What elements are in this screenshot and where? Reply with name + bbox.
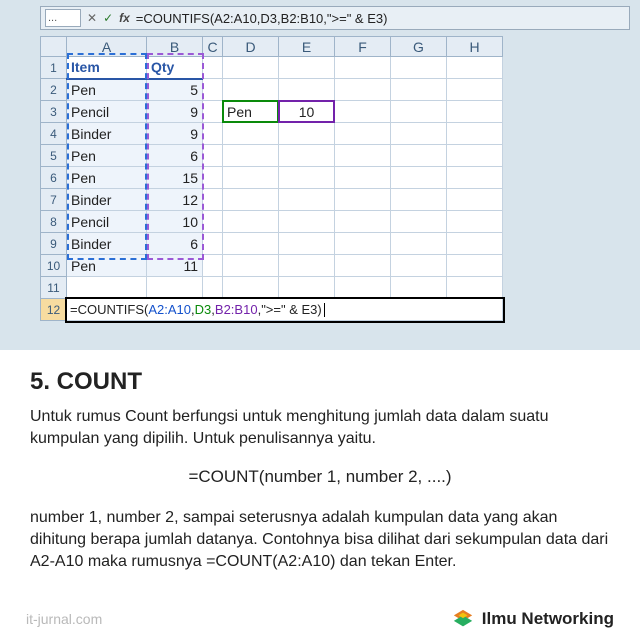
enter-icon[interactable]: ✓ [103,11,113,25]
cell[interactable]: 15 [147,167,203,189]
col-header[interactable]: D [223,37,279,57]
brand: Ilmu Networking [452,608,614,630]
spreadsheet-panel: ✕ ✓ fx =COUNTIFS(A2:A10,D3,B2:B10,">=" &… [0,0,640,350]
row-header[interactable]: 1 [41,57,67,79]
section-heading: 5. COUNT [30,368,610,396]
cancel-icon[interactable]: ✕ [87,11,97,25]
cell[interactable]: Pen [67,145,147,167]
cell[interactable]: 5 [147,79,203,101]
range-ref: B2:B10 [215,302,258,317]
row-header[interactable]: 5 [41,145,67,167]
fx-icon[interactable]: fx [119,11,130,25]
cell[interactable] [279,57,335,79]
cell[interactable]: 11 [147,255,203,277]
col-header[interactable]: C [203,37,223,57]
cell[interactable] [335,57,391,79]
col-header[interactable]: G [391,37,447,57]
cell[interactable]: Binder [67,189,147,211]
cell[interactable]: Pencil [67,211,147,233]
cell[interactable] [447,57,503,79]
cell[interactable] [203,57,223,79]
cell[interactable]: 6 [147,233,203,255]
cell[interactable]: 12 [147,189,203,211]
formula-text: ">=" & E3) [261,302,322,317]
name-box[interactable] [45,9,81,27]
cell[interactable] [223,57,279,79]
text-caret-icon [324,303,325,317]
range-ref: D3 [195,302,212,317]
row-header[interactable]: 10 [41,255,67,277]
cell[interactable]: Item [67,57,147,79]
col-header[interactable]: F [335,37,391,57]
formula-syntax: =COUNT(number 1, number 2, ....) [30,465,610,489]
cell[interactable]: Pen [67,255,147,277]
row-header[interactable]: 12 [41,299,67,321]
cell[interactable]: Qty [147,57,203,79]
paragraph: number 1, number 2, sampai seterusnya ad… [30,507,610,574]
row-header[interactable]: 4 [41,123,67,145]
row-header[interactable]: 8 [41,211,67,233]
cell[interactable]: Binder [67,123,147,145]
cell[interactable]: Pencil [67,101,147,123]
brand-logo-icon [452,608,474,630]
range-ref: A2:A10 [148,302,191,317]
brand-name: Ilmu Networking [482,609,614,629]
formula-bar: ✕ ✓ fx =COUNTIFS(A2:A10,D3,B2:B10,">=" &… [40,6,630,30]
cell[interactable]: 10 [147,211,203,233]
cell[interactable] [391,57,447,79]
cell-d3[interactable]: Pen [223,101,279,123]
cell[interactable]: 9 [147,101,203,123]
row-header[interactable]: 3 [41,101,67,123]
cell[interactable]: Pen [67,79,147,101]
select-all-corner[interactable] [41,37,67,57]
cell[interactable]: 6 [147,145,203,167]
row-header[interactable]: 6 [41,167,67,189]
cell[interactable]: Binder [67,233,147,255]
cell[interactable]: 9 [147,123,203,145]
col-header[interactable]: A [67,37,147,57]
row-header[interactable]: 7 [41,189,67,211]
article-body: 5. COUNT Untuk rumus Count berfungsi unt… [0,350,640,574]
cell-e3[interactable]: 10 [279,101,335,123]
footer: it-jurnal.com Ilmu Networking [0,608,640,630]
col-header[interactable]: E [279,37,335,57]
col-header[interactable]: B [147,37,203,57]
active-edit-cell[interactable]: =COUNTIFS(A2:A10,D3,B2:B10,">=" & E3) [67,299,503,321]
spreadsheet-grid[interactable]: A B C D E F G H 1 Item Qty 2 Pen 5 3 Pen… [40,36,503,321]
row-header[interactable]: 9 [41,233,67,255]
cell[interactable]: Pen [67,167,147,189]
col-header[interactable]: H [447,37,503,57]
paragraph: Untuk rumus Count berfungsi untuk menghi… [30,406,610,451]
formula-input[interactable]: =COUNTIFS(A2:A10,D3,B2:B10,">=" & E3) [136,11,625,26]
row-header[interactable]: 11 [41,277,67,299]
row-header[interactable]: 2 [41,79,67,101]
source-label: it-jurnal.com [26,611,102,627]
formula-text: =COUNTIFS( [70,302,148,317]
